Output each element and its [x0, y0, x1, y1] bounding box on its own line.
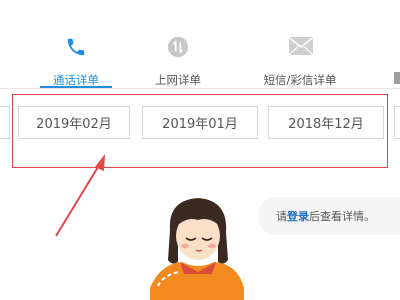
cartoon-girl-illustration	[150, 198, 244, 300]
login-prompt-prefix: 请	[276, 210, 287, 223]
login-prompt-suffix: 后查看详情。	[309, 210, 375, 223]
login-link[interactable]: 登录	[287, 208, 309, 224]
login-prompt-bubble: 请登录 后查看详情。	[258, 197, 400, 235]
